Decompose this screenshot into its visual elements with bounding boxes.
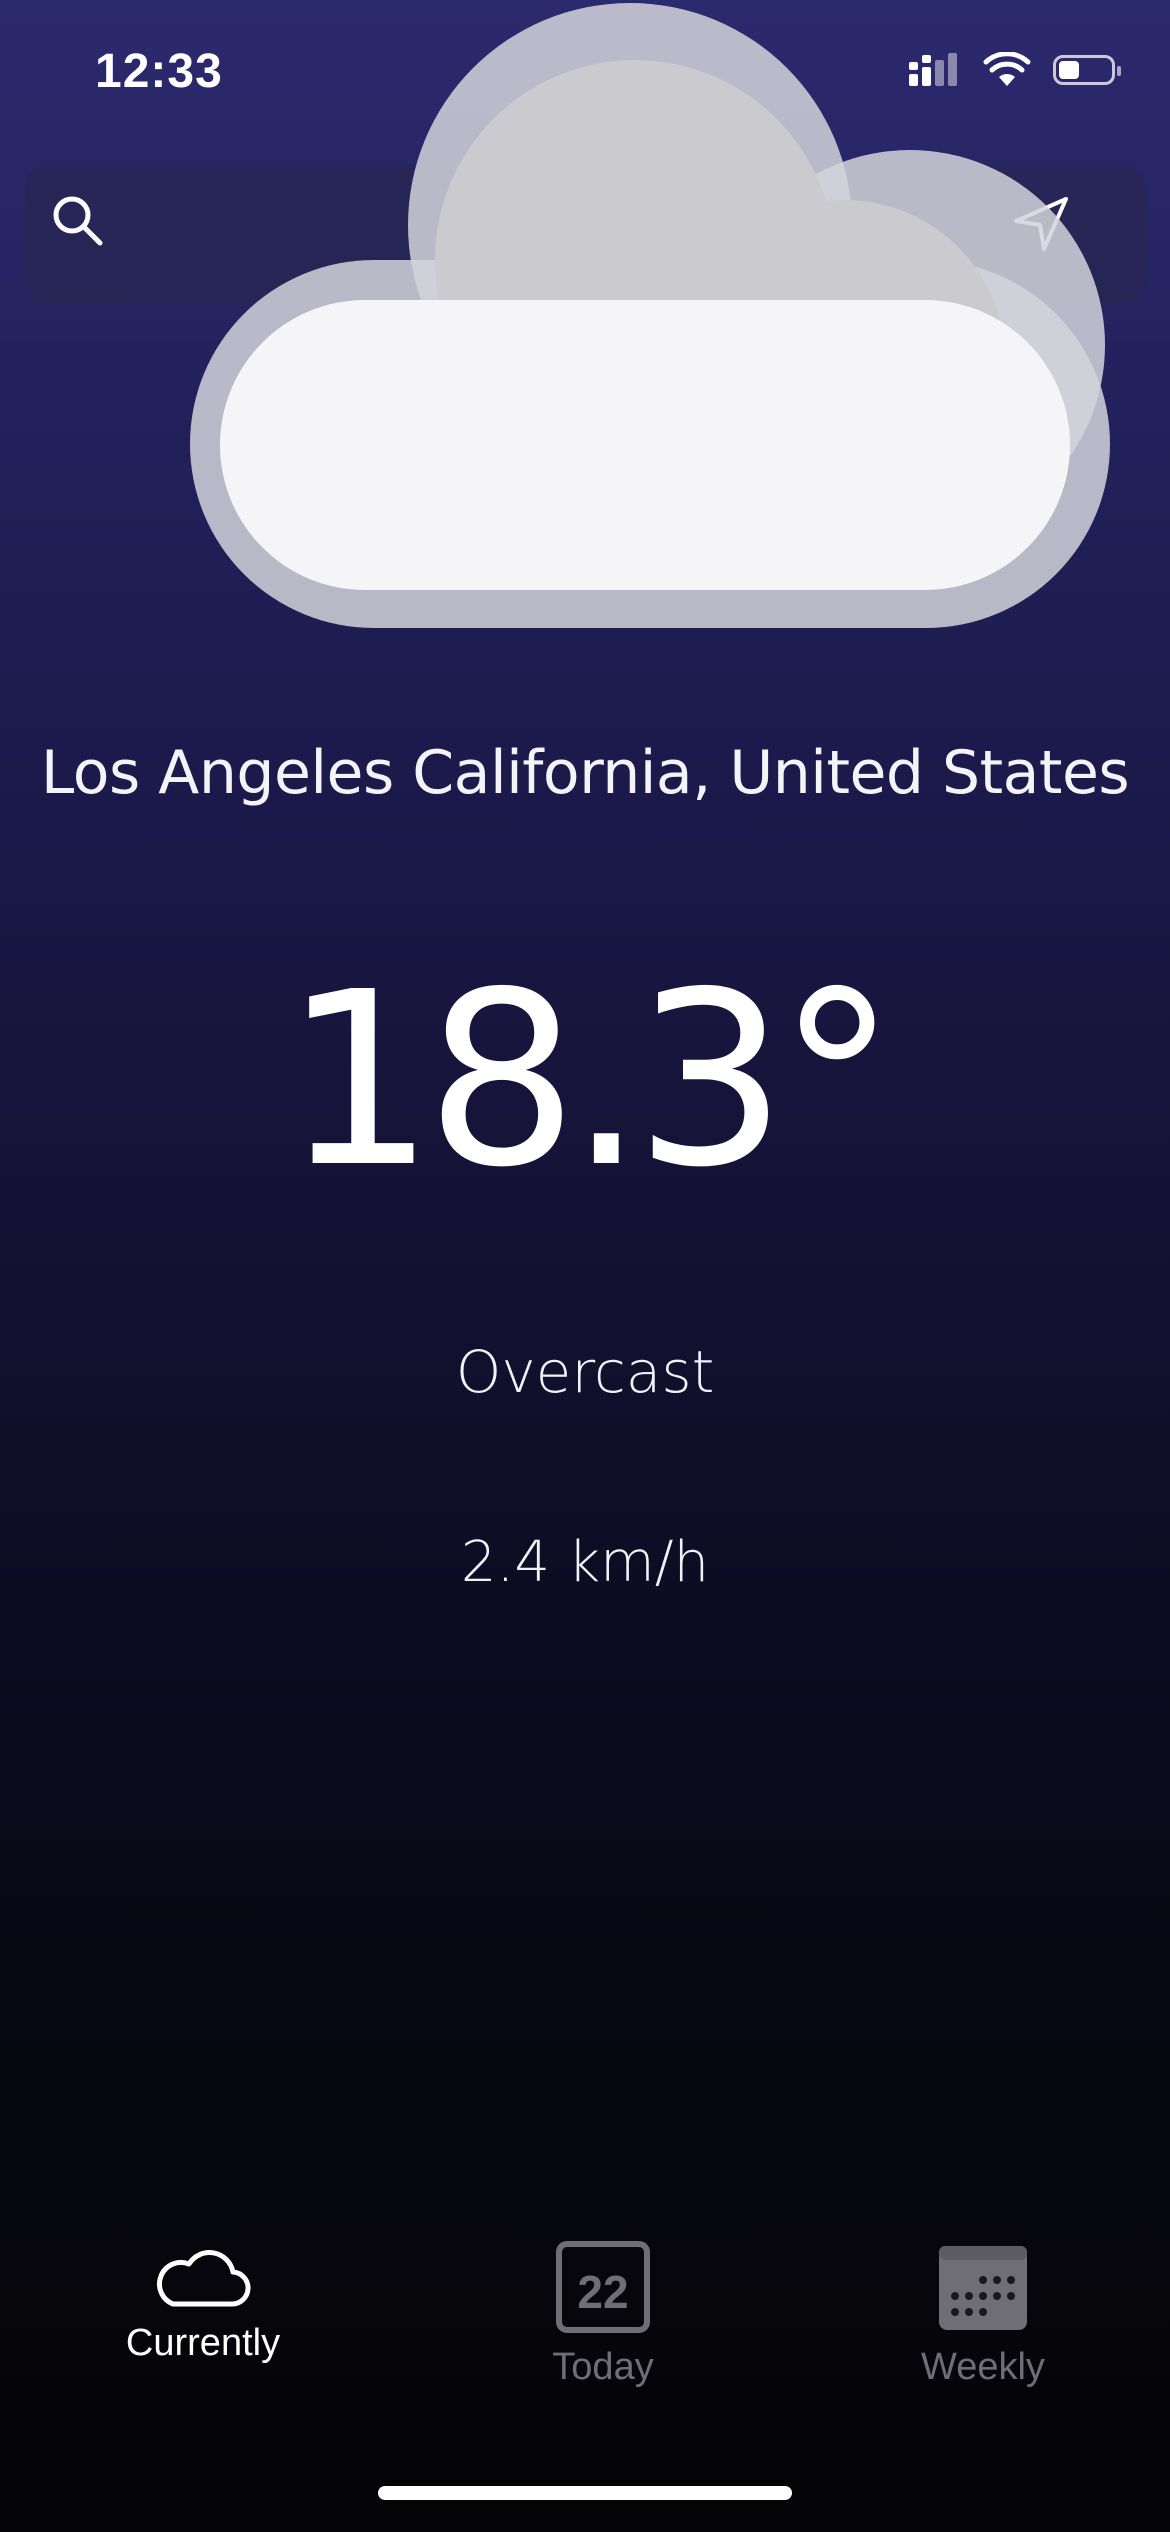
search-icon[interactable] [50,193,106,249]
tab-today[interactable]: 22 Today [453,2240,753,2389]
cloud-outline-icon [156,2250,251,2307]
calendar-day-icon: 22 [556,2241,650,2333]
wind-speed-label: 2.4 km/h [460,1530,710,1595]
cloud-icon [190,3,1110,628]
tab-today-label: Today [552,2346,654,2388]
location-label: Los Angeles California, United States [40,738,1130,808]
calendar-week-icon [939,2246,1027,2330]
tab-weekly-label: Weekly [921,2346,1045,2388]
tab-currently[interactable]: Currently [53,2240,353,2365]
temperature-value: 18.3° [282,940,897,1220]
condition-label: Overcast [455,1338,715,1406]
calendar-day-number: 22 [577,2266,628,2318]
home-indicator[interactable] [378,2486,792,2500]
tab-weekly[interactable]: Weekly [833,2240,1133,2389]
tab-currently-label: Currently [125,2322,281,2364]
